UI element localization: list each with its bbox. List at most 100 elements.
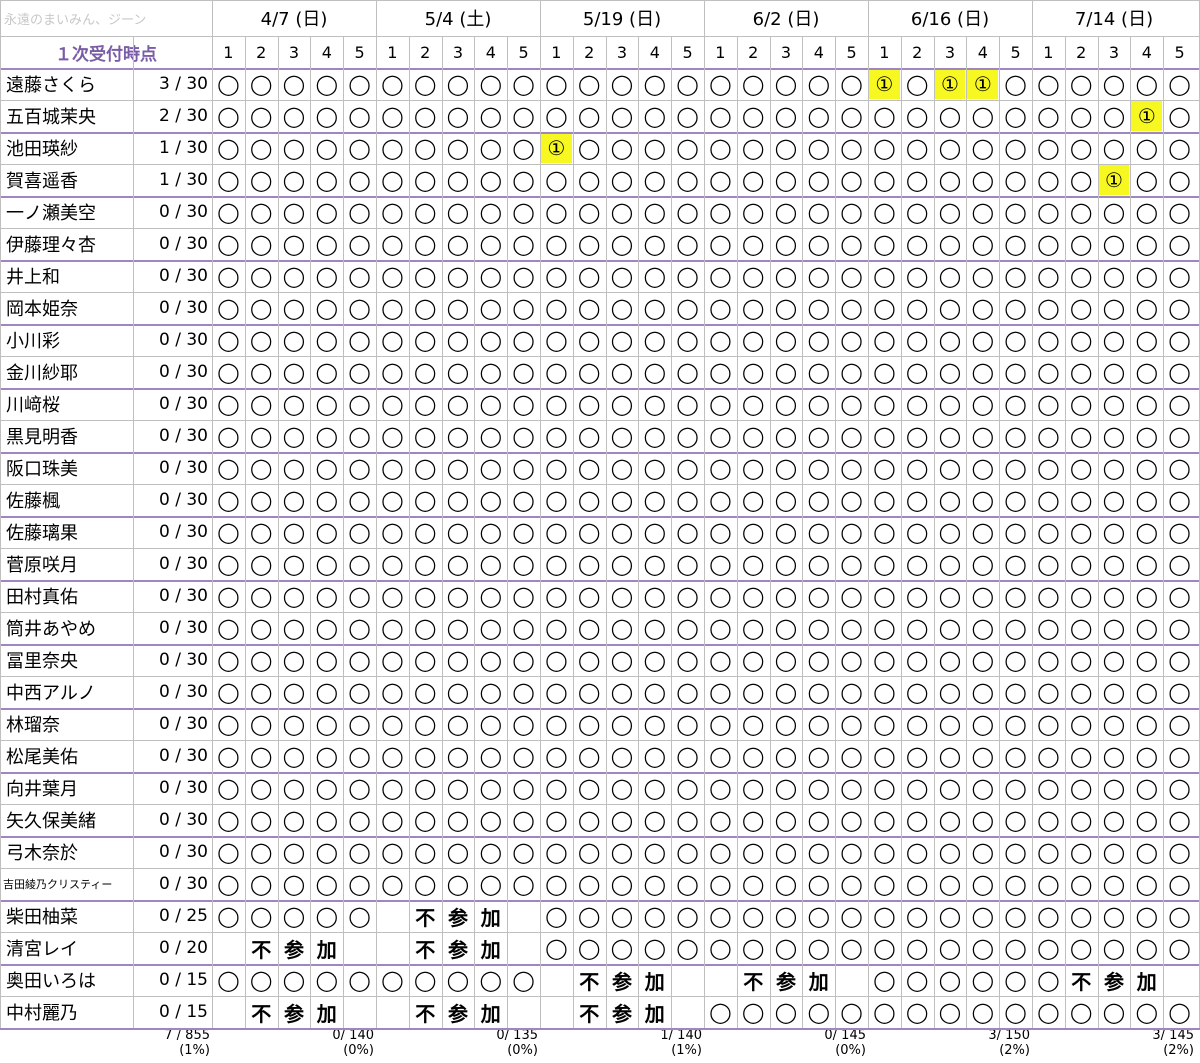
open-slot-mark: ◯ <box>971 872 994 896</box>
open-slot-mark: ◯ <box>414 424 437 448</box>
open-slot-mark: ◯ <box>578 104 601 128</box>
open-slot-mark: ◯ <box>1004 488 1027 512</box>
open-slot-mark: ◯ <box>479 808 502 832</box>
open-slot-mark: ◯ <box>610 904 634 928</box>
open-slot-mark: ◯ <box>282 808 306 832</box>
open-slot-mark: ◯ <box>873 808 896 832</box>
open-slot-mark: ◯ <box>578 168 601 192</box>
open-slot-mark: ◯ <box>610 200 634 224</box>
open-slot-mark: ◯ <box>512 648 535 672</box>
not-participating-char: 不 <box>415 1001 436 1026</box>
open-slot-mark: ◯ <box>1037 232 1060 256</box>
total-percent: (1%) <box>179 1043 210 1058</box>
open-slot-mark: ◯ <box>217 840 240 864</box>
open-slot-mark: ◯ <box>676 424 699 448</box>
open-slot-mark: ◯ <box>1168 680 1191 704</box>
open-slot-mark: ◯ <box>1037 136 1060 160</box>
open-slot-mark: ◯ <box>971 584 994 608</box>
open-slot-mark: ◯ <box>774 104 798 128</box>
open-slot-mark: ◯ <box>1135 72 1158 96</box>
open-slot-mark: ◯ <box>676 136 699 160</box>
grid-line-vertical <box>376 0 377 1028</box>
open-slot-mark: ◯ <box>1070 232 1093 256</box>
open-slot-mark: ◯ <box>479 488 502 512</box>
open-slot-mark: ◯ <box>381 872 404 896</box>
open-slot-mark: ◯ <box>807 424 830 448</box>
open-slot-mark: ◯ <box>1102 712 1126 736</box>
open-slot-mark: ◯ <box>315 840 338 864</box>
open-slot-mark: ◯ <box>1070 584 1093 608</box>
open-slot-mark: ◯ <box>873 904 896 928</box>
open-slot-mark: ◯ <box>643 712 666 736</box>
open-slot-mark: ◯ <box>315 424 338 448</box>
open-slot-mark: ◯ <box>217 648 240 672</box>
open-slot-mark: ◯ <box>348 360 371 384</box>
open-slot-mark: ◯ <box>774 72 798 96</box>
grid-line-horizontal <box>0 996 1200 997</box>
open-slot-mark: ◯ <box>1004 648 1027 672</box>
open-slot-mark: ◯ <box>512 808 535 832</box>
slot-number-header: 1 <box>387 42 398 62</box>
open-slot-mark: ◯ <box>381 264 404 288</box>
grid-line-horizontal <box>0 388 1200 390</box>
open-slot-mark: ◯ <box>1135 168 1158 192</box>
open-slot-mark: ◯ <box>807 1000 830 1024</box>
open-slot-mark: ◯ <box>512 680 535 704</box>
open-slot-mark: ◯ <box>479 168 502 192</box>
open-slot-mark: ◯ <box>282 648 306 672</box>
open-slot-mark: ◯ <box>709 680 732 704</box>
open-slot-mark: ◯ <box>1135 520 1158 544</box>
open-slot-mark: ◯ <box>1135 264 1158 288</box>
open-slot-mark: ◯ <box>873 584 896 608</box>
open-slot-mark: ◯ <box>1037 328 1060 352</box>
open-slot-mark: ◯ <box>512 552 535 576</box>
open-slot-mark: ◯ <box>217 104 240 128</box>
open-slot-mark: ◯ <box>1168 648 1191 672</box>
open-slot-mark: ◯ <box>742 840 765 864</box>
open-slot-mark: ◯ <box>643 296 666 320</box>
open-slot-mark: ◯ <box>676 680 699 704</box>
open-slot-mark: ◯ <box>971 136 994 160</box>
member-name: 川﨑桜 <box>6 395 60 416</box>
open-slot-mark: ◯ <box>282 456 306 480</box>
not-participating-char: 加 <box>480 1001 501 1026</box>
not-participating-char: 不 <box>579 1001 600 1026</box>
open-slot-mark: ◯ <box>1070 264 1093 288</box>
date-header: 6/16 (日) <box>910 9 990 30</box>
open-slot-mark: ◯ <box>709 520 732 544</box>
open-slot-mark: ◯ <box>938 744 962 768</box>
open-slot-mark: ◯ <box>971 424 994 448</box>
open-slot-mark: ◯ <box>1102 424 1126 448</box>
total-value: 0/ 140 <box>332 1028 374 1043</box>
open-slot-mark: ◯ <box>807 776 830 800</box>
open-slot-mark: ◯ <box>840 456 863 480</box>
date-header: 5/4 (土) <box>424 9 492 30</box>
open-slot-mark: ◯ <box>807 392 830 416</box>
open-slot-mark: ◯ <box>610 168 634 192</box>
open-slot-mark: ◯ <box>1004 776 1027 800</box>
date-header: 5/19 (日) <box>582 9 662 30</box>
open-slot-mark: ◯ <box>938 360 962 384</box>
open-slot-mark: ◯ <box>906 136 929 160</box>
date-total: 0/ 140 (0%) <box>212 1028 376 1063</box>
open-slot-mark: ◯ <box>217 552 240 576</box>
open-slot-mark: ◯ <box>610 424 634 448</box>
open-slot-mark: ◯ <box>414 296 437 320</box>
open-slot-mark: ◯ <box>938 264 962 288</box>
grid-line-vertical <box>474 36 476 1028</box>
open-slot-mark: ◯ <box>906 456 929 480</box>
open-slot-mark: ◯ <box>1004 72 1027 96</box>
grid-line-vertical <box>540 0 541 1028</box>
open-slot-mark: ◯ <box>348 72 371 96</box>
open-slot-mark: ◯ <box>381 328 404 352</box>
open-slot-mark: ◯ <box>873 968 896 992</box>
open-slot-mark: ◯ <box>643 904 666 928</box>
open-slot-mark: ◯ <box>545 776 568 800</box>
not-participating-char: 不 <box>415 905 436 930</box>
grid-line-vertical <box>1097 36 1099 1028</box>
open-slot-mark: ◯ <box>479 328 502 352</box>
open-slot-mark: ◯ <box>840 616 863 640</box>
grid-line-vertical <box>441 36 443 1028</box>
open-slot-mark: ◯ <box>709 136 732 160</box>
open-slot-mark: ◯ <box>709 488 732 512</box>
